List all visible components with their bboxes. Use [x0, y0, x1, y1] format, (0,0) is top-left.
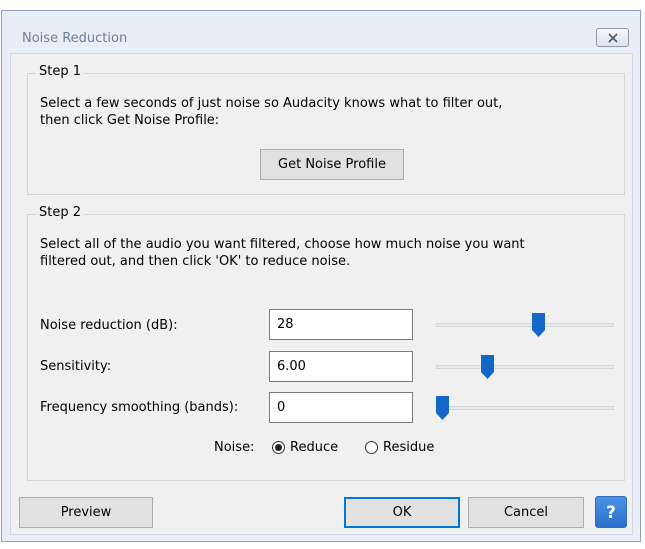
svg-text:?: ?	[606, 503, 616, 522]
slider-track	[436, 323, 614, 327]
frequency-smoothing-label: Frequency smoothing (bands):	[40, 400, 239, 415]
reduce-radio-label: Reduce	[290, 440, 339, 455]
step1-label: Step 1	[36, 64, 85, 79]
radio-checked-indicator[interactable]	[272, 441, 285, 454]
get-noise-profile-button[interactable]: Get Noise Profile	[260, 149, 404, 180]
noise-reduction-label: Noise reduction (dB):	[40, 318, 178, 333]
help-icon: ?	[606, 503, 616, 522]
title-bar: Noise Reduction	[2, 11, 640, 47]
ok-button[interactable]: OK	[344, 497, 460, 528]
step2-label: Step 2	[36, 205, 85, 220]
cancel-button[interactable]: Cancel	[468, 497, 584, 528]
close-button[interactable]	[596, 28, 629, 47]
dialog-body: Step 1 Select a few seconds of just nois…	[10, 53, 633, 535]
help-button[interactable]: ?	[595, 496, 627, 528]
sensitivity-label: Sensitivity:	[40, 359, 112, 374]
noise-reduction-slider[interactable]	[436, 313, 614, 337]
step2-description-line1: Select all of the audio you want filtere…	[40, 237, 525, 252]
step1-description-line1: Select a few seconds of just noise so Au…	[40, 96, 503, 111]
step1-description: Select a few seconds of just noise so Au…	[40, 95, 502, 129]
noise-reduction-dialog: Noise Reduction Step 1 Select a few seco…	[1, 10, 641, 542]
radio-unchecked-indicator[interactable]	[365, 441, 378, 454]
step1-description-line2: then click Get Noise Profile:	[40, 113, 220, 128]
slider-track	[436, 406, 614, 410]
window-title: Noise Reduction	[22, 31, 128, 46]
frequency-smoothing-input[interactable]	[269, 392, 413, 423]
residue-radio-label: Residue	[383, 440, 435, 455]
residue-radio[interactable]: Residue	[365, 440, 434, 455]
noise-reduction-input[interactable]	[269, 309, 413, 340]
step1-group: Step 1 Select a few seconds of just nois…	[27, 64, 625, 195]
slider-thumb[interactable]	[436, 396, 449, 420]
step2-description-line2: filtered out, and then click 'OK' to red…	[40, 254, 351, 269]
frequency-smoothing-slider[interactable]	[436, 396, 614, 420]
slider-track	[436, 365, 614, 369]
preview-button[interactable]: Preview	[19, 497, 153, 528]
slider-thumb[interactable]	[480, 355, 494, 379]
noise-mode-radio-group: Noise: Reduce Residue	[214, 440, 474, 458]
step2-description: Select all of the audio you want filtere…	[40, 236, 525, 270]
close-icon	[607, 32, 618, 43]
sensitivity-slider[interactable]	[436, 355, 614, 379]
sensitivity-input[interactable]	[269, 351, 413, 382]
step2-group: Step 2 Select all of the audio you want …	[27, 205, 625, 481]
slider-thumb[interactable]	[532, 313, 546, 337]
reduce-radio[interactable]: Reduce	[272, 440, 338, 455]
noise-mode-label: Noise:	[214, 440, 255, 455]
